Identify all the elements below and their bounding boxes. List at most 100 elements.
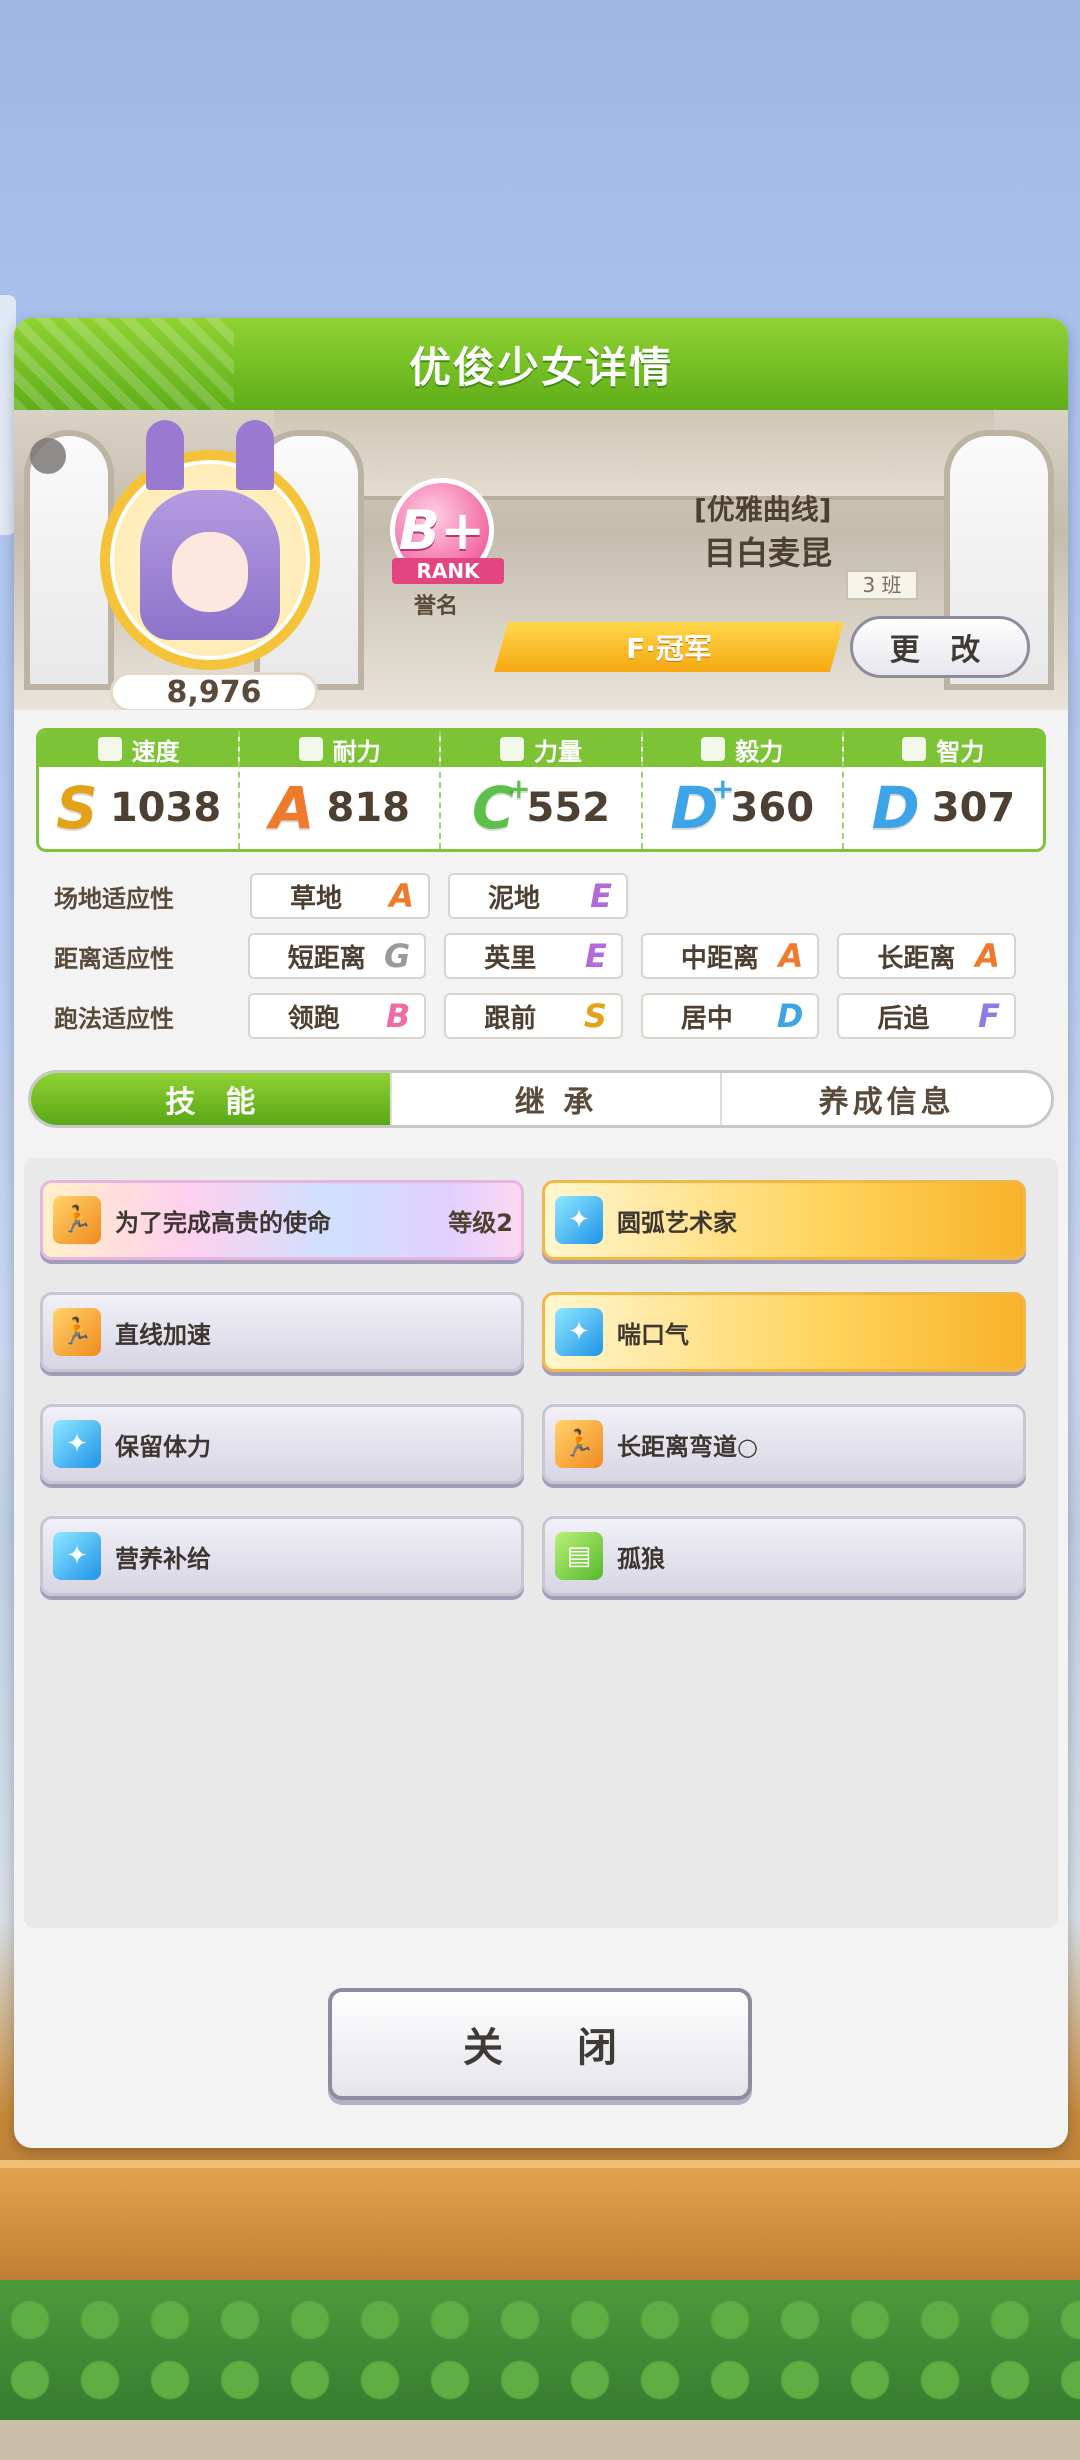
skill-name: 孤狼 <box>617 1544 665 1573</box>
skill-level: 等级2 <box>448 1208 513 1237</box>
distance-aptitude-row: 距离适应性 短距离 G 英里 E 中距离 A 长距离 A <box>54 928 1034 984</box>
aptitude-name: 居中 <box>680 1003 733 1034</box>
running-icon: 🏃 <box>53 1196 101 1244</box>
tab-skills[interactable]: 技能 <box>31 1073 392 1125</box>
aptitude-cell: 泥地 E <box>448 873 628 919</box>
skill-item[interactable]: ✦ 圆弧艺术家 <box>542 1180 1026 1260</box>
stat-guts: 毅力 D +360 <box>642 731 844 849</box>
aptitude-label: 跑法适应性 <box>54 1004 174 1033</box>
running-icon: 🏃 <box>53 1308 101 1356</box>
skill-item[interactable]: ✦ 营养补给 <box>40 1516 524 1596</box>
rank-title-label: 誉名 <box>414 594 459 619</box>
aptitude-grade: G <box>384 937 411 975</box>
sparkle-icon: ✦ <box>555 1196 603 1244</box>
skill-list: 🏃 为了完成高贵的使命 等级2 ✦ 圆弧艺术家 🏃 直线加速 ✦ 喘口气 ✦ 保… <box>24 1158 1058 1928</box>
strategy-aptitude-row: 跑法适应性 领跑 B 跟前 S 居中 D 后追 F <box>54 988 1034 1044</box>
stat-grade: S <box>56 774 98 842</box>
dialog-title: 优俊少女详情 <box>408 342 673 392</box>
sparkle-icon: ✦ <box>53 1532 101 1580</box>
aptitude-cell: 草地 A <box>250 873 430 919</box>
skill-item[interactable]: ✦ 保留体力 <box>40 1404 524 1484</box>
stat-stamina: 耐力 A 818 <box>240 731 442 849</box>
aptitude-name: 泥地 <box>488 883 541 914</box>
stat-value: 1038 <box>109 785 222 831</box>
skill-name: 营养补给 <box>115 1544 211 1573</box>
background-railing <box>0 2160 1080 2280</box>
sparkle-icon: ✦ <box>53 1420 101 1468</box>
stat-wisdom: 智力 D 307 <box>843 731 1043 849</box>
graduation-cap-icon <box>902 737 927 761</box>
umamusume-detail-dialog: 优俊少女详情 8,976 B+ RANK 誉名 [优雅曲线] 目白麦昆 3 班 … <box>14 318 1068 2148</box>
aptitude-name: 草地 <box>290 883 343 914</box>
stats-panel: 速度 S 1038 耐力 A 818 力量 C +552 毅力 D +360 智力 D3… <box>36 728 1046 852</box>
aptitude-grade: E <box>590 877 612 915</box>
stat-power: 力量 C +552 <box>441 731 643 849</box>
aptitude-grade: B <box>385 997 411 1035</box>
stat-label: 智力 <box>936 737 985 766</box>
aptitude-cell: 长距离 A <box>837 933 1016 979</box>
shoe-icon <box>97 737 122 761</box>
aptitude-cell: 跟前 S <box>444 993 623 1039</box>
aptitude-cell: 短距离 G <box>247 933 427 979</box>
aptitude-grade: A <box>975 937 1000 975</box>
dialog-header: 优俊少女详情 <box>14 318 1068 410</box>
tab-inheritance[interactable]: 继 承 <box>392 1073 723 1125</box>
skill-item[interactable]: 🏃 直线加速 <box>40 1292 524 1372</box>
muscle-icon <box>500 737 524 761</box>
aptitude-name: 跟前 <box>484 1003 537 1034</box>
grade-plus: + <box>711 772 735 805</box>
stat-label: 耐力 <box>332 737 381 766</box>
aptitude-cell: 英里 E <box>444 933 623 979</box>
aptitude-cell: 领跑 B <box>247 993 427 1039</box>
tab-training-info[interactable]: 养成信息 <box>722 1073 1051 1125</box>
skill-item[interactable]: ▤ 孤狼 <box>542 1516 1026 1596</box>
rank-badge: B+ RANK <box>390 478 506 594</box>
aptitude-grade: D <box>776 997 804 1035</box>
aptitude-grade: E <box>585 937 607 975</box>
character-name: 目白麦昆 <box>704 534 833 572</box>
aptitude-cell: 后追 F <box>837 993 1016 1039</box>
header-pattern <box>14 318 234 410</box>
detail-tabs: 技能 继 承 养成信息 <box>28 1070 1054 1128</box>
aptitude-name: 长距离 <box>877 943 956 974</box>
character-epithet: [优雅曲线] <box>694 493 832 526</box>
character-portrait[interactable] <box>100 420 320 670</box>
change-title-button[interactable]: 更 改 <box>850 616 1030 678</box>
character-title: F·冠军 <box>494 622 844 672</box>
close-button[interactable]: 关 闭 <box>328 1988 752 2100</box>
portrait-face <box>172 532 248 612</box>
stat-value: 360 <box>730 785 815 831</box>
flame-icon <box>701 737 726 761</box>
skill-item[interactable]: ✦ 喘口气 <box>542 1292 1026 1372</box>
card-icon: ▤ <box>555 1532 603 1580</box>
stat-grade: A <box>269 774 315 842</box>
aptitude-grade: A <box>389 877 414 915</box>
aptitude-name: 中距离 <box>680 943 759 974</box>
stat-grade: D <box>871 774 920 842</box>
skill-name: 长距离弯道○ <box>617 1432 758 1461</box>
aptitude-name: 短距离 <box>287 943 366 974</box>
running-icon: 🏃 <box>555 1420 603 1468</box>
skill-name: 直线加速 <box>115 1320 211 1349</box>
skill-name: 为了完成高贵的使命 <box>115 1208 331 1237</box>
skill-item[interactable]: 🏃 长距离弯道○ <box>542 1404 1026 1484</box>
skill-name: 保留体力 <box>115 1432 211 1461</box>
heart-icon <box>298 737 323 761</box>
horse-ear <box>146 420 184 490</box>
stat-label: 毅力 <box>735 737 784 766</box>
stat-speed: 速度 S 1038 <box>39 731 241 849</box>
sparkle-icon: ✦ <box>555 1308 603 1356</box>
aptitude-cell: 中距离 A <box>640 933 820 979</box>
aptitude-grade: S <box>583 997 607 1035</box>
track-aptitude-row: 场地适应性 草地 A 泥地 E <box>54 868 1034 924</box>
skill-item[interactable]: 🏃 为了完成高贵的使命 等级2 <box>40 1180 524 1260</box>
rank-ribbon: RANK <box>392 558 504 584</box>
stat-value: 818 <box>326 785 411 831</box>
menu-toggle-icon[interactable] <box>30 438 66 474</box>
profile-banner: 8,976 B+ RANK 誉名 [优雅曲线] 目白麦昆 3 班 F·冠军 更 … <box>14 410 1068 710</box>
fan-count: 8,976 <box>110 672 318 710</box>
aptitude-label: 距离适应性 <box>54 944 174 973</box>
horse-ear <box>236 420 274 490</box>
stat-value: 307 <box>931 785 1016 831</box>
stat-value: 552 <box>526 785 611 831</box>
